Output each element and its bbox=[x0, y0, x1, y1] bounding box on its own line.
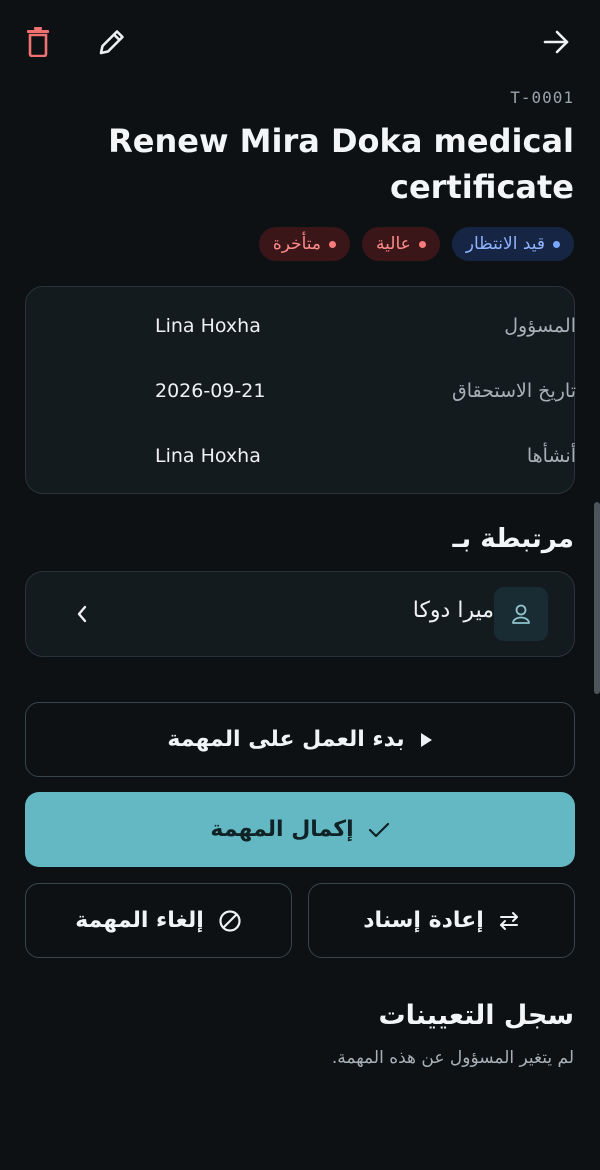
created-by-row: أنشأها Lina Hoxha bbox=[0, 436, 600, 476]
arrow-right-icon bbox=[543, 30, 569, 54]
chevron-left-icon bbox=[70, 600, 94, 628]
due-date-label: تاريخ الاستحقاق bbox=[451, 380, 576, 402]
swap-icon bbox=[499, 911, 518, 930]
priority-badge: عالية bbox=[362, 227, 440, 261]
status-badge: قيد الانتظار bbox=[451, 227, 574, 261]
created-by-value: Lina Hoxha bbox=[155, 445, 261, 467]
scrollbar[interactable] bbox=[594, 502, 600, 694]
complete-task-label: إكمال المهمة bbox=[210, 817, 354, 842]
task-id: T-0001 bbox=[510, 88, 574, 107]
reassign-label: إعادة إسناد bbox=[363, 908, 484, 933]
start-task-label: بدء العمل على المهمة bbox=[167, 727, 405, 752]
play-icon bbox=[420, 732, 432, 747]
task-chips: قيد الانتظار عالية متأخرة bbox=[258, 227, 574, 261]
cancel-task-button[interactable]: إلغاء المهمة bbox=[25, 883, 292, 958]
assignment-history-title: سجل التعيينات bbox=[378, 1000, 575, 1031]
delete-button[interactable] bbox=[18, 22, 58, 62]
linked-section-title: مرتبطة بـ bbox=[452, 524, 574, 554]
ban-icon bbox=[219, 909, 241, 932]
priority-badge-label: عالية bbox=[376, 234, 411, 254]
check-icon bbox=[368, 822, 389, 837]
status-badge-label: قيد الانتظار bbox=[465, 234, 545, 254]
due-date-row: تاريخ الاستحقاق 2026-09-21 bbox=[0, 371, 600, 411]
created-by-label: أنشأها bbox=[526, 445, 576, 467]
task-title: Renew Mira Doka medical certificate bbox=[108, 122, 574, 206]
assignee-value: Lina Hoxha bbox=[155, 315, 261, 337]
assignee-row: المسؤول Lina Hoxha bbox=[0, 306, 600, 346]
priority-dot-icon bbox=[418, 240, 426, 248]
status-dot-icon bbox=[553, 240, 560, 248]
assignee-label: المسؤول bbox=[504, 315, 576, 337]
reassign-button[interactable]: إعادة إسناد bbox=[308, 883, 575, 958]
cancel-task-label: إلغاء المهمة bbox=[75, 908, 204, 933]
assignment-history-empty-text: لم يتغير المسؤول عن هذه المهمة. bbox=[331, 1048, 574, 1068]
avatar bbox=[494, 587, 548, 641]
start-task-button[interactable]: بدء العمل على المهمة bbox=[25, 702, 575, 777]
linked-person-name: ميرا دوكا bbox=[412, 598, 494, 623]
complete-task-button[interactable]: إكمال المهمة bbox=[25, 792, 575, 867]
trash-icon bbox=[27, 27, 49, 57]
due-date-value: 2026-09-21 bbox=[155, 380, 266, 402]
pencil-icon bbox=[99, 30, 124, 55]
back-button[interactable] bbox=[536, 22, 576, 62]
person-icon bbox=[512, 604, 530, 624]
overdue-dot-icon bbox=[329, 240, 337, 248]
edit-button[interactable] bbox=[92, 22, 132, 62]
overdue-badge: متأخرة bbox=[258, 227, 351, 261]
overdue-badge-label: متأخرة bbox=[272, 234, 322, 254]
